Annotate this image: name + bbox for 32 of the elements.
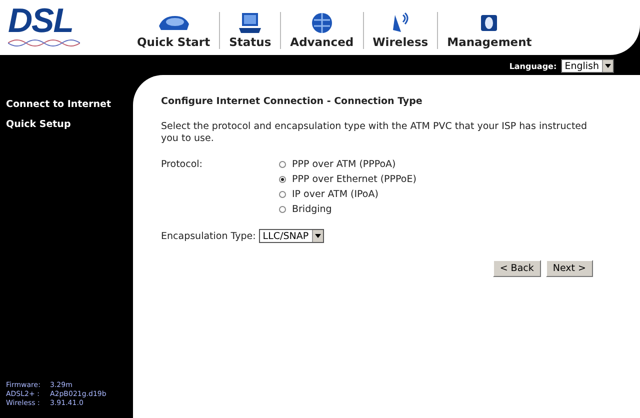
caret-icon — [314, 234, 321, 238]
language-label: Language: — [509, 62, 557, 70]
caret-icon — [605, 64, 611, 68]
encapsulation-label: Encapsulation Type: — [161, 230, 256, 242]
globe-icon — [310, 12, 334, 34]
radio-button[interactable] — [279, 191, 286, 198]
radio-button[interactable] — [279, 161, 286, 168]
radio-label: PPP over ATM (PPPoA) — [292, 159, 396, 170]
nav-link[interactable]: Quick Start — [137, 35, 210, 49]
protocol-label: Protocol: — [161, 159, 204, 172]
nav-link[interactable]: Status — [229, 35, 272, 49]
nav-button[interactable]: Next > — [546, 260, 593, 277]
antenna-icon — [390, 12, 410, 34]
nav-link[interactable]: Management — [447, 35, 532, 49]
radio-button[interactable] — [279, 206, 286, 213]
sidebar-link[interactable]: Connect to Internet — [6, 99, 133, 110]
nav-link[interactable]: Advanced — [290, 35, 354, 49]
sidebar-link[interactable]: Quick Setup — [6, 119, 133, 130]
nav-button[interactable]: < Back — [492, 260, 541, 277]
encapsulation-dropdown[interactable]: LLC/SNAP — [258, 229, 324, 243]
radio-label: PPP over Ethernet (PPPoE) — [292, 174, 416, 185]
intro-text: Select the protocol and encapsulation type with the ATM PVC that your ISP has instructed you to use. — [161, 121, 588, 145]
nav-link[interactable]: Wireless — [372, 35, 428, 49]
logo-text: DSL — [8, 4, 74, 38]
laptop-icon — [238, 12, 262, 34]
dna-strand-icon — [8, 39, 80, 47]
tablet-icon — [479, 12, 500, 34]
radio-button[interactable] — [279, 176, 286, 183]
page-title: Configure Internet Connection - Connection Type — [161, 96, 424, 107]
language-dropdown[interactable]: English — [560, 59, 614, 73]
radio-label: Bridging — [292, 204, 332, 215]
radio-label: IP over ATM (IPoA) — [292, 189, 378, 200]
